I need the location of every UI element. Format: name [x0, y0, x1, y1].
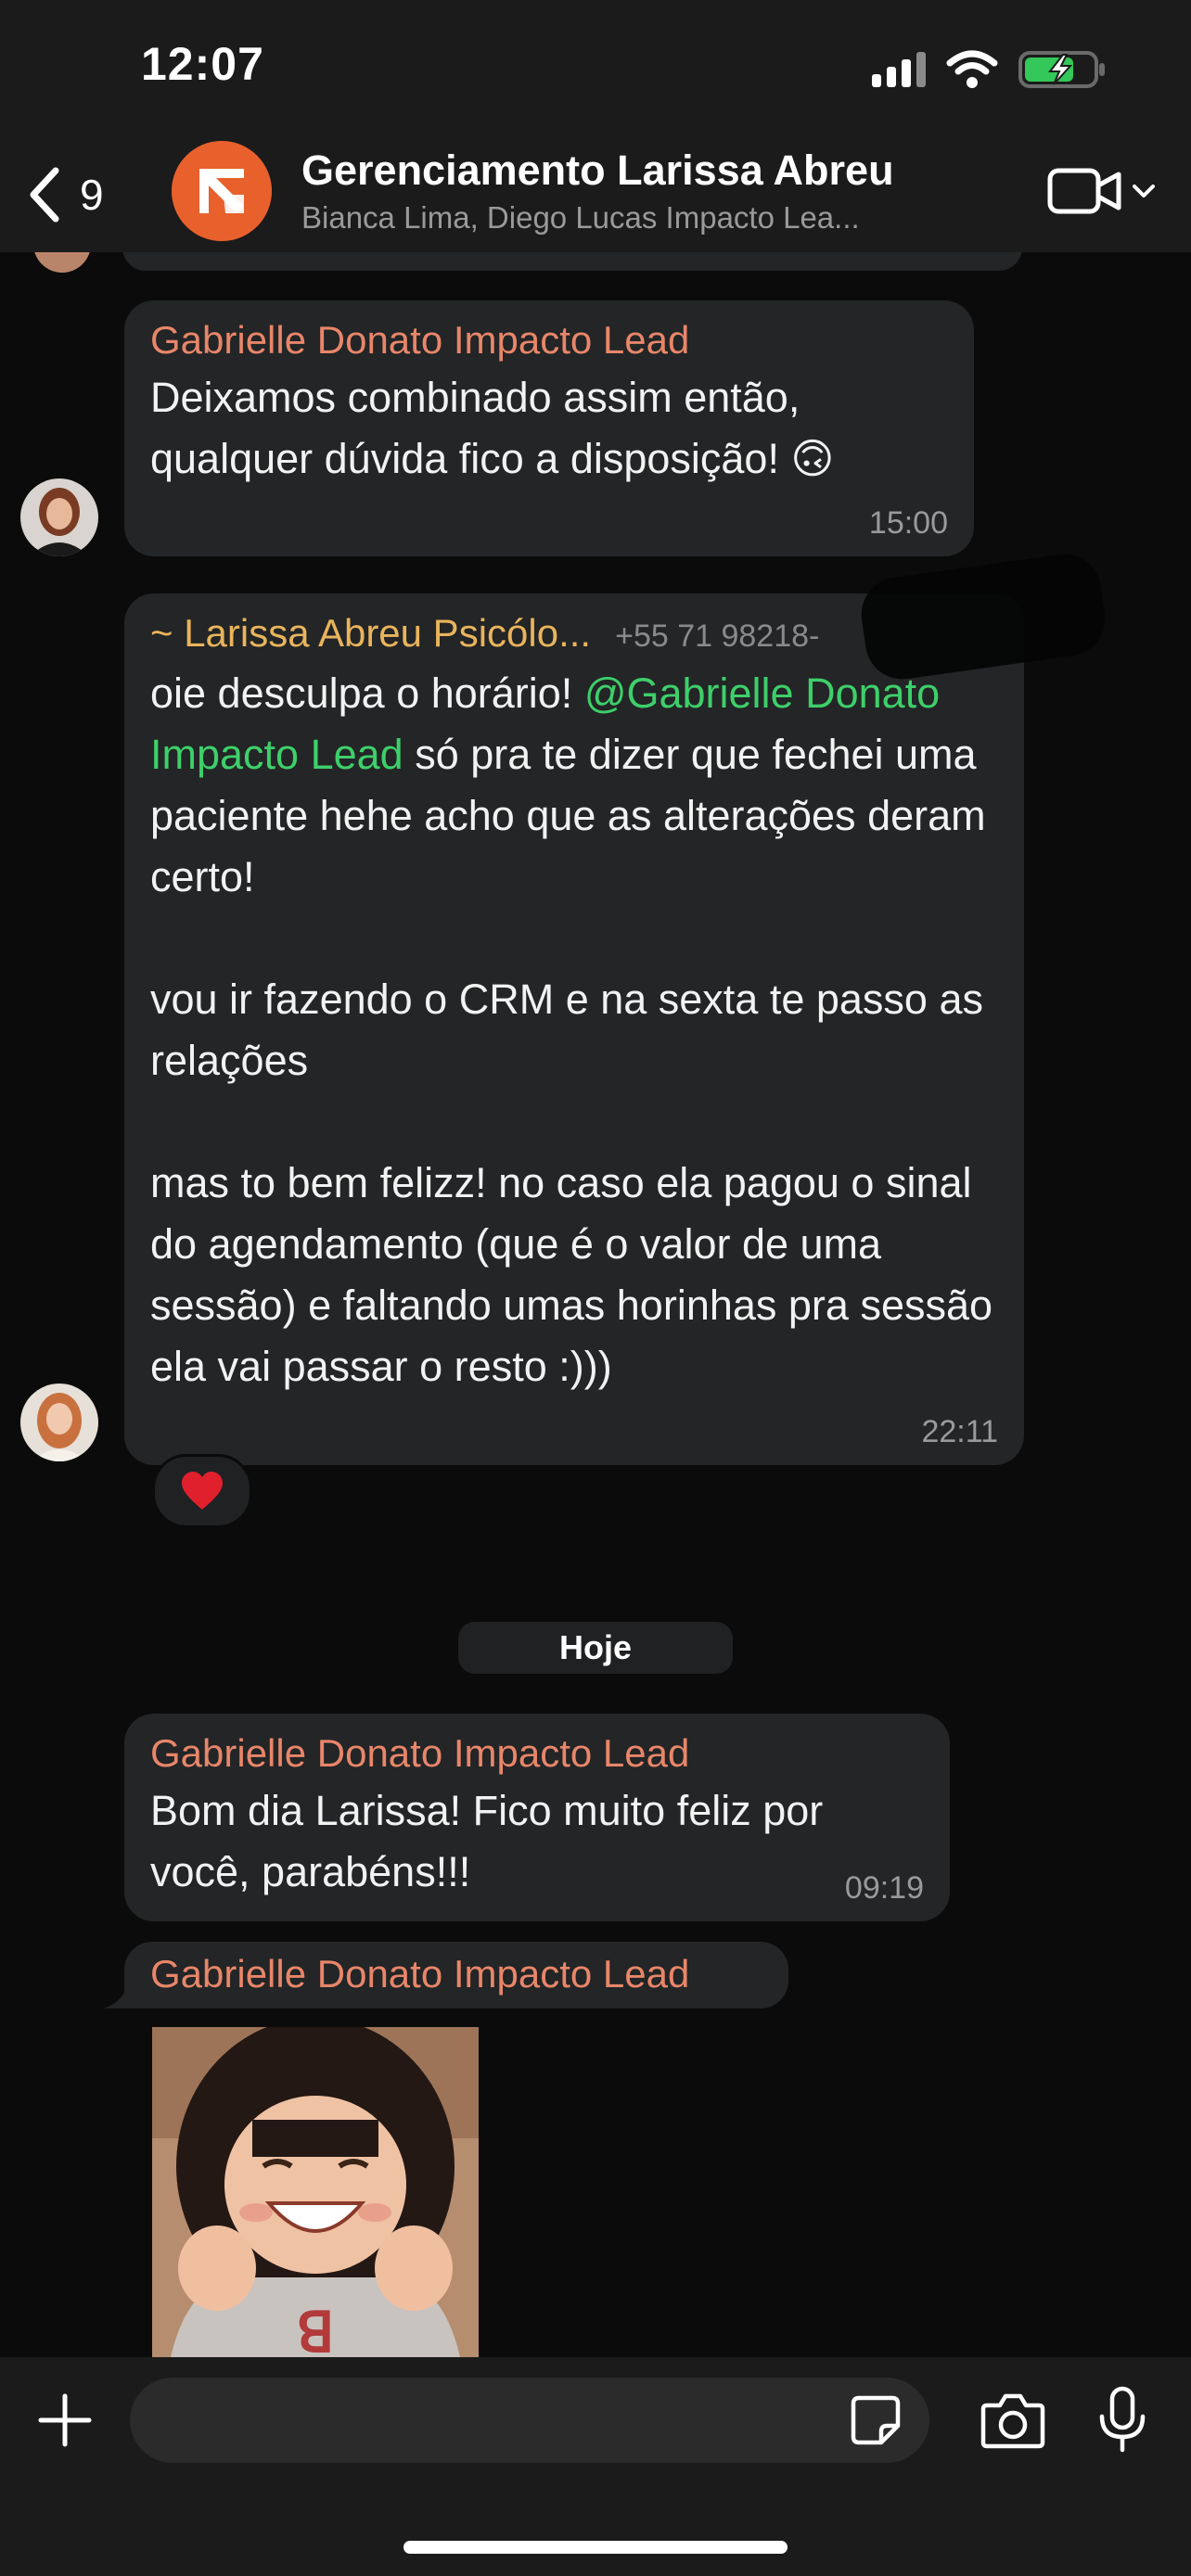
group-avatar[interactable] [172, 141, 272, 241]
message-bubble-partial [122, 252, 1022, 271]
message-text: Deixamos combinado assim então, qualquer… [150, 374, 835, 482]
red-heart-icon [182, 1472, 223, 1510]
battery-charging-icon [1018, 51, 1105, 88]
reaction-badge[interactable] [152, 1454, 252, 1528]
chat-screen: 12:07 9 Gerenciamento Larissa Abreu Bian… [0, 0, 1191, 2576]
sender-name: Gabrielle Donato Impacto Lead [150, 1731, 690, 1775]
bubble-tail [104, 1975, 141, 2009]
user-photo-icon [20, 1384, 98, 1461]
message-list[interactable]: Gabrielle Donato Impacto Lead Deixamos c… [0, 252, 1191, 2357]
message-bubble[interactable]: ~ Larissa Abreu Psicólo... +55 71 98218-… [124, 593, 1024, 1465]
chevron-down-icon [1133, 185, 1155, 198]
chat-title-block[interactable]: Gerenciamento Larissa Abreu Bianca Lima,… [301, 147, 951, 236]
video-camera-icon [1047, 168, 1121, 214]
avatar[interactable] [20, 1384, 98, 1461]
chevron-left-icon [30, 167, 59, 223]
group-name: Gerenciamento Larissa Abreu [301, 147, 894, 194]
status-time: 12:07 [141, 38, 264, 90]
camera-icon[interactable] [980, 2391, 1046, 2450]
message-input[interactable] [130, 2378, 929, 2463]
message-time: 09:19 [844, 1870, 924, 1906]
back-button[interactable]: 9 [26, 158, 104, 232]
sender-name: ~ Larissa Abreu Psicólo... [150, 611, 592, 655]
sticker-sender-bubble[interactable]: Gabrielle Donato Impacto Lead [124, 1942, 788, 2009]
message-bubble[interactable]: Gabrielle Donato Impacto Lead Deixamos c… [124, 300, 974, 556]
message-text: oie desculpa o horário! @Gabrielle Donat… [150, 663, 998, 1397]
message-text-part: só pra te dizer que fechei uma paciente … [150, 731, 993, 1390]
sender-name: Gabrielle Donato Impacto Lead [150, 318, 690, 362]
avatar[interactable] [20, 478, 98, 556]
unread-count: 9 [80, 171, 104, 219]
chat-header: 9 Gerenciamento Larissa Abreu Bianca Lim… [0, 139, 1191, 253]
message-text: Bom dia Larissa! Fico muito feliz por vo… [150, 1787, 824, 1895]
sticker-image[interactable]: ꓭ [152, 2027, 479, 2357]
sticker-girl-excited-icon: ꓭ [152, 2027, 479, 2357]
message-time: 22:11 [921, 1414, 998, 1449]
video-call-button[interactable] [1046, 165, 1156, 217]
date-divider: Hoje [458, 1622, 733, 1674]
message-time: 15:00 [868, 505, 948, 541]
plus-icon[interactable] [35, 2391, 95, 2450]
message-bubble[interactable]: Gabrielle Donato Impacto Lead Bom dia La… [124, 1714, 950, 1921]
sticker-icon[interactable] [850, 2394, 902, 2446]
wifi-icon [946, 50, 998, 88]
redaction-mark [856, 549, 1110, 684]
microphone-icon[interactable] [1096, 2385, 1148, 2455]
avatar[interactable] [33, 252, 91, 273]
message-text-part: oie desculpa o horário! [150, 670, 584, 717]
group-members: Bianca Lima, Diego Lucas Impacto Lea... [301, 200, 860, 235]
user-photo-icon [20, 478, 98, 556]
cellular-signal-icon [872, 52, 926, 87]
home-indicator [403, 2541, 788, 2554]
message-input-bar [0, 2357, 1191, 2576]
svg-text:ꓭ: ꓭ [296, 2302, 334, 2357]
impacto-logo-icon [172, 141, 272, 241]
status-icons [872, 48, 1108, 91]
sender-name: Gabrielle Donato Impacto Lead [150, 1952, 690, 1996]
status-bar: 12:07 [0, 0, 1191, 139]
sender-phone: +55 71 98218- [615, 618, 820, 654]
